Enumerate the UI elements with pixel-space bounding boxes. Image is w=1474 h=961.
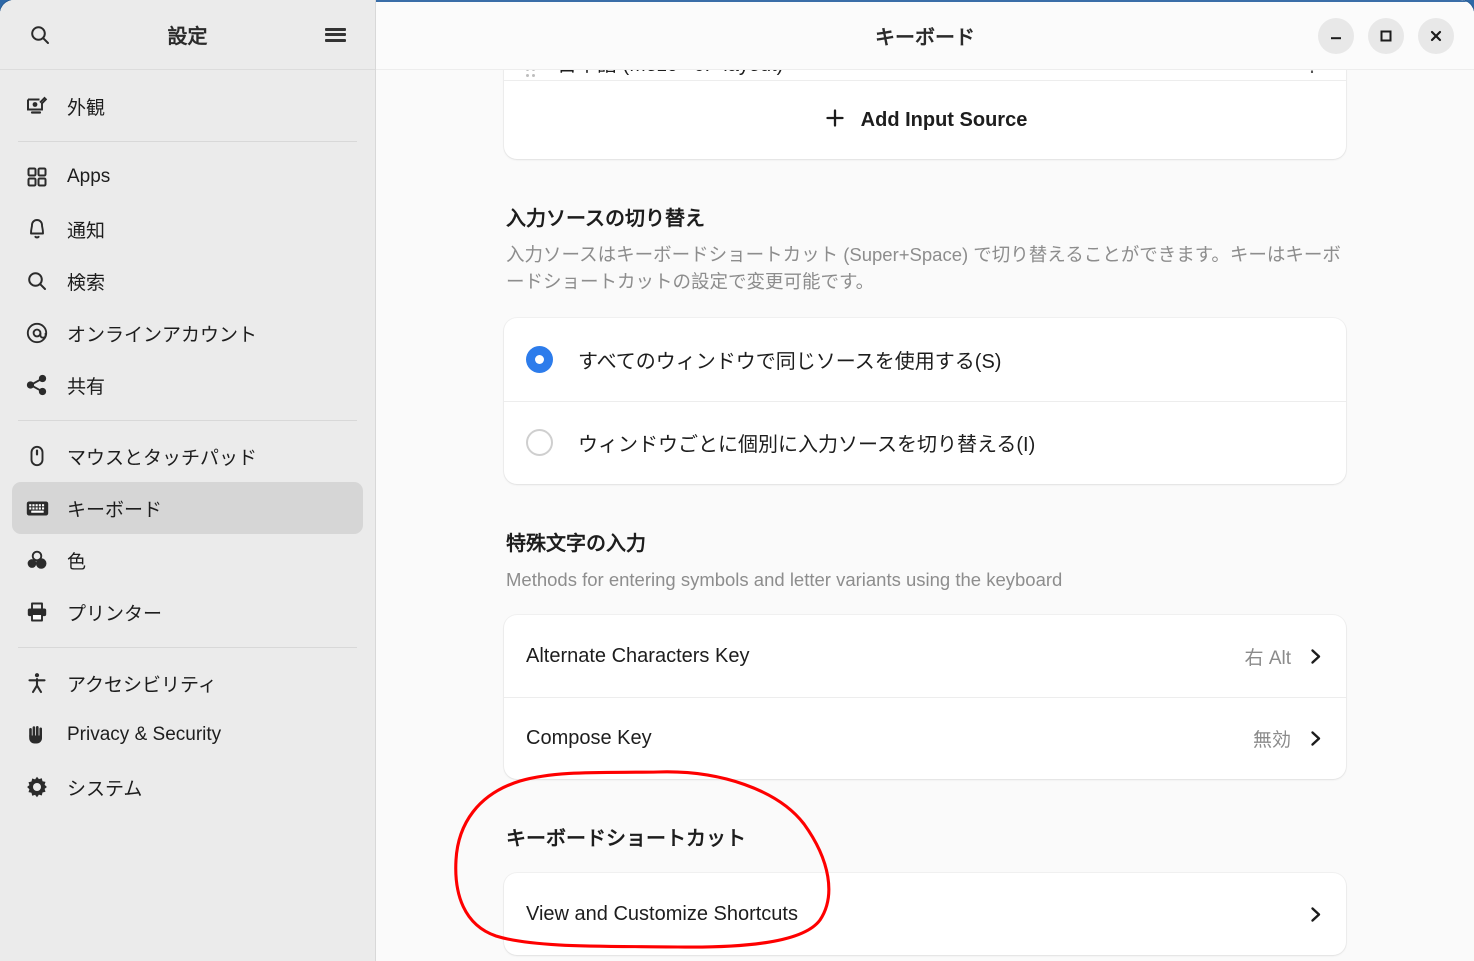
row-label: View and Customize Shortcuts bbox=[526, 902, 798, 925]
row-label: Compose Key bbox=[526, 727, 652, 750]
sidebar-item-search[interactable]: 検索 bbox=[12, 255, 363, 307]
radio-option-label: すべてのウィンドウで同じソースを使用する(S) bbox=[578, 350, 1002, 373]
sidebar-item-label: 色 bbox=[67, 551, 87, 573]
sidebar-item-online-accounts[interactable]: オンラインアカウント bbox=[12, 307, 363, 359]
minimize-icon[interactable] bbox=[1318, 17, 1354, 54]
sidebar: 設定 外観 Apps 通知 検索 オンラインアカウント 共有 マウスとタッチパッ… bbox=[0, 0, 376, 961]
sidebar-item-label: 通知 bbox=[67, 220, 106, 242]
switching-options-card: すべてのウィンドウで同じソースを使用する(S) ウィンドウごとに個別に入力ソース… bbox=[504, 317, 1346, 484]
radio-indicator-unselected[interactable] bbox=[526, 429, 553, 457]
printer-icon bbox=[24, 599, 50, 625]
sidebar-item-label: プリンター bbox=[67, 603, 163, 625]
row-value-text: 無効 bbox=[1252, 730, 1291, 752]
sidebar-item-label: キーボード bbox=[67, 499, 163, 521]
bell-icon bbox=[24, 216, 50, 242]
sidebar-item-label: マウスとタッチパッド bbox=[67, 447, 258, 469]
input-source-label: 日本語 (Mozc - JP layout) bbox=[557, 70, 783, 77]
sidebar-item-printers[interactable]: プリンター bbox=[12, 586, 363, 638]
close-icon[interactable] bbox=[1418, 17, 1454, 54]
accessibility-person-icon bbox=[24, 670, 50, 696]
special-chars-card: Alternate Characters Key 右 Alt Compose K… bbox=[504, 615, 1346, 780]
sidebar-item-label: オンラインアカウント bbox=[67, 324, 258, 346]
sidebar-item-label: Apps bbox=[67, 166, 111, 187]
row-value bbox=[1307, 906, 1324, 923]
maximize-icon[interactable] bbox=[1368, 17, 1404, 54]
sidebar-item-label: システム bbox=[67, 778, 143, 800]
appearance-icon bbox=[24, 93, 50, 119]
row-options-menu-icon[interactable]: ⋮ bbox=[1302, 70, 1324, 77]
row-value-text: 右 Alt bbox=[1244, 647, 1291, 669]
sidebar-item-privacy-security[interactable]: Privacy & Security bbox=[12, 709, 363, 761]
hand-raised-icon bbox=[24, 722, 50, 748]
add-input-source-button[interactable]: Add Input Source bbox=[504, 80, 1346, 159]
sidebar-nav-list: 外観 Apps 通知 検索 オンラインアカウント 共有 マウスとタッチパッド キ… bbox=[0, 70, 375, 961]
sidebar-separator bbox=[18, 141, 357, 142]
view-customize-shortcuts-row[interactable]: View and Customize Shortcuts bbox=[504, 873, 1346, 955]
compose-key-row[interactable]: Compose Key 無効 bbox=[504, 697, 1346, 779]
row-value: 無効 bbox=[1253, 725, 1324, 752]
shortcuts-card: View and Customize Shortcuts bbox=[504, 873, 1346, 956]
apps-grid-icon bbox=[24, 164, 50, 190]
row-value: 右 Alt bbox=[1245, 643, 1324, 670]
share-nodes-icon bbox=[24, 372, 50, 398]
chevron-right-icon bbox=[1307, 906, 1324, 923]
sidebar-item-mouse-touchpad[interactable]: マウスとタッチパッド bbox=[12, 430, 363, 482]
sidebar-item-label: Privacy & Security bbox=[67, 724, 222, 745]
sidebar-item-label: 共有 bbox=[67, 376, 106, 398]
at-sign-icon bbox=[24, 320, 50, 346]
sidebar-item-label: 検索 bbox=[67, 272, 106, 294]
sidebar-item-notifications[interactable]: 通知 bbox=[12, 203, 363, 255]
window-titlebar: キーボード bbox=[376, 0, 1474, 70]
page-title: キーボード bbox=[875, 27, 975, 49]
row-label: Alternate Characters Key bbox=[526, 644, 750, 667]
add-input-source-label: Add Input Source bbox=[860, 108, 1028, 131]
sidebar-item-color[interactable]: 色 bbox=[12, 534, 363, 586]
input-sources-card: 日本語 (Mozc - JP layout) ⋮ Add Input Sourc… bbox=[504, 70, 1346, 159]
search-icon bbox=[24, 268, 50, 294]
alternate-characters-key-row[interactable]: Alternate Characters Key 右 Alt bbox=[504, 615, 1346, 697]
sidebar-item-label: アクセシビリティ bbox=[67, 674, 217, 696]
input-source-row[interactable]: 日本語 (Mozc - JP layout) ⋮ bbox=[504, 70, 1346, 80]
special-chars-section-description: Methods for entering symbols and letter … bbox=[506, 568, 1063, 590]
search-icon[interactable] bbox=[20, 15, 60, 55]
radio-indicator-selected[interactable] bbox=[526, 345, 553, 373]
sidebar-separator bbox=[18, 420, 357, 421]
chevron-right-icon bbox=[1307, 730, 1324, 747]
radio-option-per-window[interactable]: ウィンドウごとに個別に入力ソースを切り替える(I) bbox=[504, 400, 1346, 484]
shortcuts-section-title: キーボードショートカット bbox=[506, 828, 746, 851]
sidebar-header: 設定 bbox=[0, 0, 375, 70]
drag-handle-icon[interactable] bbox=[526, 70, 535, 77]
switching-section-title: 入力ソースの切り替え bbox=[506, 208, 705, 230]
color-circles-icon bbox=[24, 547, 50, 573]
settings-window: 設定 外観 Apps 通知 検索 オンラインアカウント 共有 マウスとタッチパッ… bbox=[0, 0, 1474, 961]
sidebar-item-apps[interactable]: Apps bbox=[12, 151, 363, 203]
sidebar-item-label: 外観 bbox=[67, 97, 106, 119]
special-chars-section-title: 特殊文字の入力 bbox=[506, 532, 646, 555]
keyboard-icon bbox=[24, 495, 50, 521]
plus-icon bbox=[823, 106, 847, 135]
gear-icon bbox=[24, 774, 50, 800]
sidebar-item-appearance[interactable]: 外観 bbox=[12, 80, 363, 132]
mouse-icon bbox=[24, 443, 50, 469]
sidebar-item-accessibility[interactable]: アクセシビリティ bbox=[12, 657, 363, 709]
sidebar-item-sharing[interactable]: 共有 bbox=[12, 359, 363, 411]
hamburger-menu-icon[interactable] bbox=[315, 15, 355, 55]
window-controls bbox=[1318, 17, 1474, 54]
radio-option-label: ウィンドウごとに個別に入力ソースを切り替える(I) bbox=[578, 434, 1036, 457]
chevron-right-icon bbox=[1307, 648, 1324, 665]
sidebar-separator bbox=[18, 647, 357, 648]
switching-section-description: 入力ソースはキーボードショートカット (Super+Space) で切り替えるこ… bbox=[506, 244, 1341, 292]
sidebar-item-system[interactable]: システム bbox=[12, 761, 363, 813]
radio-option-same-source[interactable]: すべてのウィンドウで同じソースを使用する(S) bbox=[504, 318, 1346, 401]
main-pane: キーボード Add Input Source 入力ソースの切り替え 入力ソースは… bbox=[376, 0, 1474, 961]
sidebar-item-keyboard[interactable]: キーボード bbox=[12, 482, 363, 534]
settings-scroll-area[interactable]: 日本語 (Mozc - JP layout) ⋮ Add Input Sourc… bbox=[376, 70, 1474, 961]
